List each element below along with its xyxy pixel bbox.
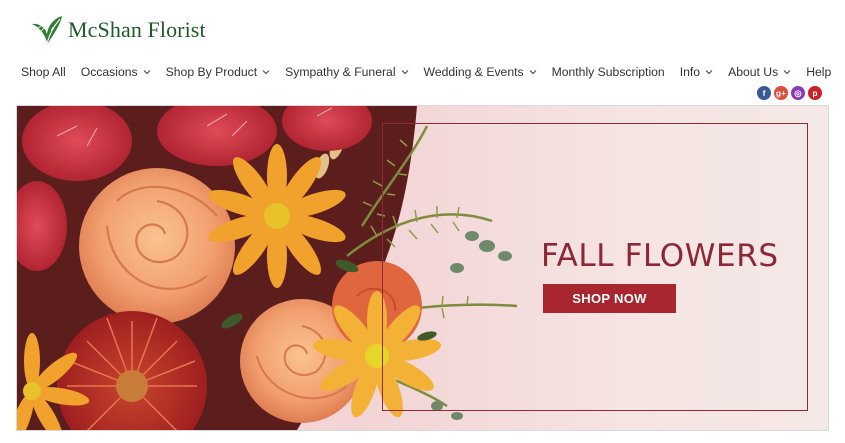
google-plus-icon[interactable]: g+ (774, 86, 788, 100)
nav-item-occasions[interactable]: Occasions (81, 65, 151, 79)
nav-item-label: Shop By Product (165, 65, 258, 79)
chevron-down-icon (529, 70, 537, 75)
main-nav: Shop All Occasions Shop By Product Sympa… (21, 65, 831, 79)
nav-item-shop-all[interactable]: Shop All (21, 65, 66, 79)
nav-item-sympathy-funeral[interactable]: Sympathy & Funeral (285, 65, 408, 79)
nav-item-label: Sympathy & Funeral (285, 65, 396, 79)
chevron-down-icon (401, 70, 408, 75)
facebook-icon[interactable]: f (757, 86, 771, 100)
nav-item-label: Wedding & Events (423, 65, 524, 79)
site-logo[interactable]: McShan Florist (30, 14, 206, 46)
nav-item-label: Info (679, 65, 701, 79)
nav-item-about-us[interactable]: About Us (728, 65, 791, 79)
social-links: f g+ ◎ p (757, 86, 822, 100)
chevron-down-icon (705, 70, 713, 75)
nav-item-label: Help (806, 65, 832, 79)
nav-item-shop-by-product[interactable]: Shop By Product (166, 65, 270, 79)
nav-item-label: About Us (728, 65, 779, 79)
hero-headline: FALL FLOWERS (541, 238, 779, 274)
chevron-down-icon (143, 70, 151, 75)
nav-item-label: Occasions (80, 65, 138, 79)
nav-item-wedding-events[interactable]: Wedding & Events (424, 65, 537, 79)
shop-now-button[interactable]: SHOP NOW (543, 284, 676, 313)
chevron-down-icon (783, 70, 791, 75)
pinterest-icon[interactable]: p (808, 86, 822, 100)
logo-text: McShan Florist (68, 17, 206, 42)
hero-banner[interactable]: FALL FLOWERS SHOP NOW (16, 105, 829, 431)
nav-item-monthly-subscription[interactable]: Monthly Subscription (552, 65, 665, 79)
chevron-down-icon (262, 70, 270, 75)
nav-item-label: Shop All (21, 65, 66, 79)
nav-item-label: Monthly Subscription (551, 65, 665, 79)
instagram-icon[interactable]: ◎ (791, 86, 805, 100)
nav-item-info[interactable]: Info (680, 65, 713, 79)
leaf-logo-icon (32, 16, 62, 46)
nav-item-help[interactable]: Help (806, 65, 831, 79)
